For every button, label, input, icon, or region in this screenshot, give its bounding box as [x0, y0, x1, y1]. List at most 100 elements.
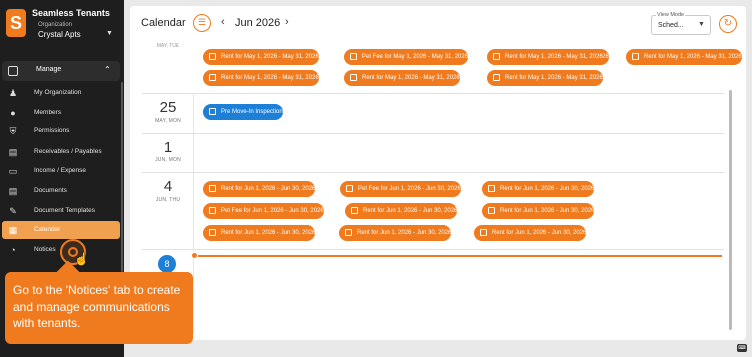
page-title: Calendar: [141, 17, 186, 29]
day-subtitle: JUN, THU: [155, 197, 181, 203]
chevron-down-icon[interactable]: ▼: [106, 30, 113, 37]
view-mode-label: View Mode: [656, 12, 686, 18]
row-divider: [142, 133, 724, 134]
sidebar-item-my-organization[interactable]: ♟ My Organization: [2, 84, 120, 102]
event-chip[interactable]: Pet Fee for Jun 1, 2026 - Jun 30, 2026: [203, 203, 324, 219]
org-icon: ♟: [8, 88, 18, 98]
sidebar-scrollbar[interactable]: [121, 82, 123, 272]
event-chip[interactable]: Rent for May 1, 2026 - May 31, 2026: [344, 70, 460, 86]
event-label: Rent for May 1, 2026 - May 31, 2026: [505, 75, 603, 81]
view-mode-value: Sched...: [658, 22, 684, 29]
day-subtitle: JUN, MON: [155, 157, 181, 163]
sidebar-item-label: Income / Expense: [34, 167, 87, 174]
event-chip[interactable]: Pet Fee for May 1, 2026 - May 31, 2026: [344, 49, 469, 65]
sidebar-item-document-templates[interactable]: ✎ Document Templates: [2, 202, 120, 220]
sidebar-item-income-expense[interactable]: ▭ Income / Expense: [2, 162, 120, 180]
day-number: 25: [159, 99, 177, 116]
event-icon: [632, 53, 639, 60]
sidebar-item-permissions[interactable]: ⛨ Permissions: [2, 122, 120, 140]
event-label: Rent for Jun 1, 2026 - Jun 30, 2026: [357, 230, 452, 236]
event-icon: [345, 229, 352, 236]
prev-month-button[interactable]: ‹: [221, 16, 225, 28]
event-chip[interactable]: Rent for Jun 1, 2026 - Jun 30, 2026: [482, 181, 595, 197]
event-chip[interactable]: Rent for May 1, 2026 - May 31, 2026: [626, 49, 742, 65]
shield-icon: ⛨: [9, 126, 17, 136]
event-chip[interactable]: Rent for May 1, 2026 - May 31, 2026: [487, 70, 603, 86]
event-label: Rent for Jun 1, 2026 - Jun 30, 2026: [492, 230, 587, 236]
sidebar-item-label: Documents: [34, 187, 67, 194]
event-label: Rent for Jun 1, 2026 - Jun 30, 2026: [500, 208, 595, 214]
manage-section-toggle[interactable]: Manage ⌃: [2, 61, 120, 81]
event-chip[interactable]: Rent for Jun 1, 2026 - Jun 30, 2026: [203, 225, 316, 241]
chevron-down-icon: ▼: [698, 21, 705, 28]
today-badge[interactable]: 8: [158, 255, 176, 273]
refresh-icon: ↻: [723, 18, 733, 29]
event-chip[interactable]: Rent for Jun 1, 2026 - Jun 30, 2026: [339, 225, 452, 241]
event-chip[interactable]: Rent for May 1, 2026 - May 31, 2026: [203, 49, 319, 65]
sidebar-item-label: Document Templates: [34, 207, 95, 214]
event-icon: [346, 185, 353, 192]
members-icon: ●: [10, 108, 16, 118]
sidebar-item-calendar[interactable]: ▦ Calendar: [2, 221, 120, 239]
calendar-scrollbar[interactable]: [729, 90, 732, 330]
event-icon: [209, 207, 216, 214]
onboarding-tooltip: Go to the 'Notices' tab to create and ma…: [5, 272, 193, 344]
event-icon: [493, 74, 500, 81]
event-label: Rent for Jun 1, 2026 - Jun 30, 2026: [221, 186, 316, 192]
event-chip-inspection[interactable]: Pre Move-In Inspection: [203, 104, 283, 120]
event-chip[interactable]: Pet Fee for Jun 1, 2026 - Jun 30, 2026: [340, 181, 461, 197]
day-number: 4: [163, 178, 173, 195]
hand-cursor-icon: ☝: [74, 252, 89, 266]
sidebar-item-label: Notices: [34, 246, 56, 253]
refresh-button[interactable]: ↻: [719, 15, 737, 33]
next-month-button[interactable]: ›: [285, 16, 289, 28]
view-mode-select[interactable]: View Mode Sched... ▼: [651, 12, 711, 35]
filter-icon: ☰: [197, 17, 207, 27]
event-icon: [488, 207, 495, 214]
calendar-panel: Calendar ☰ ‹ Jun 2026 › View Mode Sched.…: [130, 6, 746, 340]
event-chip[interactable]: Rent for Jun 1, 2026 - Jun 30, 2026: [345, 203, 458, 219]
document-icon: ▤: [8, 186, 18, 196]
event-label: Rent for May 1, 2026 - May 31, 2026: [644, 54, 742, 60]
event-label: Rent for May 1, 2026 - May 31, 2026: [505, 54, 603, 60]
event-chip[interactable]: Rent for Jun 1, 2026 - Jun 30, 2026: [474, 225, 587, 241]
event-label: Rent for Jun 1, 2026 - Jun 30, 2026: [363, 208, 458, 214]
sidebar-item-members[interactable]: ● Members: [2, 104, 120, 122]
day-subtitle: MAY, MON: [155, 118, 181, 124]
chevron-up-icon: ⌃: [104, 65, 111, 74]
sidebar-item-label: Receivables / Payables: [34, 148, 102, 155]
sidebar-item-receivables-payables[interactable]: ▤ Receivables / Payables: [2, 143, 120, 161]
brand-name: Seamless Tenants: [32, 8, 110, 18]
event-label: Pre Move-In Inspection: [221, 109, 283, 115]
event-icon: [209, 53, 216, 60]
day-column-divider: [193, 93, 194, 333]
day-subtitle: MAY, TUE: [156, 43, 180, 49]
current-month: Jun 2026: [235, 17, 281, 29]
app-logo[interactable]: S: [6, 9, 26, 37]
event-label: Rent for May 1, 2026 - May 31, 2026: [221, 54, 319, 60]
filter-button[interactable]: ☰: [193, 14, 211, 32]
org-select[interactable]: Crystal Apts: [38, 30, 81, 39]
keyboard-icon[interactable]: ⌨: [737, 344, 747, 352]
manage-icon: [8, 66, 18, 76]
sidebar-item-label: My Organization: [34, 89, 82, 96]
event-label: Rent for May 1, 2026 - May 31, 2026: [362, 75, 460, 81]
event-chip[interactable]: Rent for Jun 1, 2026 - Jun 30, 2026: [482, 203, 595, 219]
event-icon: [350, 53, 357, 60]
event-label: Pet Fee for Jun 1, 2026 - Jun 30, 2026: [221, 208, 324, 214]
event-chip[interactable]: Rent for May 1, 2026 - May 31, 2026: [487, 49, 603, 65]
event-label: Rent for Jun 1, 2026 - Jun 30, 2026: [500, 186, 595, 192]
event-chip[interactable]: Rent for Jun 1, 2026 - Jun 30, 2026: [203, 181, 316, 197]
event-icon: [351, 207, 358, 214]
event-icon: [493, 53, 500, 60]
sidebar-item-documents[interactable]: ▤ Documents: [2, 182, 120, 200]
ledger-icon: ▤: [8, 147, 18, 157]
sidebar-item-label: Permissions: [34, 127, 70, 134]
current-time-dot: [191, 252, 198, 259]
event-icon: [209, 229, 216, 236]
sidebar-item-label: Members: [34, 109, 62, 116]
row-divider: [142, 93, 724, 94]
manage-label: Manage: [36, 66, 62, 73]
sidebar-item-label: Calendar: [34, 226, 61, 233]
event-chip[interactable]: Rent for May 1, 2026 - May 31, 2026: [203, 70, 319, 86]
